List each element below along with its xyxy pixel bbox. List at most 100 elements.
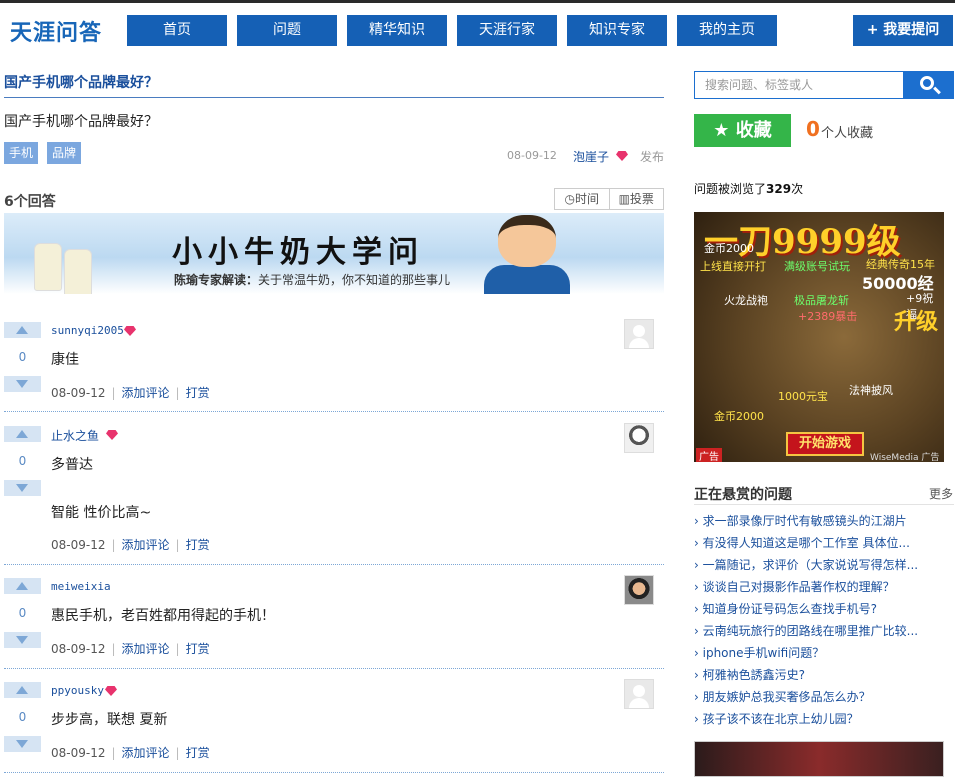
downvote-icon[interactable] (4, 376, 41, 392)
tip-link[interactable]: 打赏 (186, 642, 210, 656)
answer-username[interactable]: ppyousky (51, 684, 104, 697)
bounty-item[interactable]: 一篇随记，求评价（大家说说写得怎样... (694, 554, 944, 576)
published-label: 发布 (640, 150, 665, 164)
second-ad-image[interactable] (694, 741, 944, 777)
bounty-item[interactable]: 朋友嫉妒总我买奢侈品怎么办？ (694, 686, 944, 708)
add-comment-link[interactable]: 添加评论 (122, 538, 170, 552)
avatar[interactable] (624, 679, 654, 709)
clock-icon: ◷ (564, 192, 575, 206)
nav-experts-tianya[interactable]: 天涯行家 (457, 15, 557, 46)
site-logo[interactable]: 天涯问答 (10, 15, 102, 47)
bounty-item[interactable]: 孩子该不该在北京上幼儿园？ (694, 708, 944, 730)
tip-link[interactable]: 打赏 (186, 386, 210, 400)
answer-divider (4, 564, 664, 565)
bounty-item[interactable]: 柯雅衲色誘鑫污史? (694, 664, 944, 686)
upvote-icon[interactable] (4, 682, 41, 698)
avatar[interactable] (624, 319, 654, 349)
nav-my-home[interactable]: 我的主页 (677, 15, 777, 46)
gem-icon (124, 326, 136, 336)
vote-widget: 0 (4, 426, 41, 496)
cartoon-expert-body (484, 265, 570, 294)
answer-text-line2: 智能 性价比高~ (51, 505, 152, 521)
cartoon-expert-face (498, 215, 556, 267)
favorite-button[interactable]: ★ 收藏 (694, 114, 791, 147)
vote-count: 0 (18, 350, 27, 364)
upvote-icon[interactable] (4, 578, 41, 594)
bounty-item[interactable]: 谈谈自己对摄影作品著作权的理解？ (694, 576, 944, 598)
bar-chart-icon: ▥ (618, 192, 630, 206)
bounty-list: 求一部录像厅时代有敏感镜头的江湖片 有没得人知道这是哪个工作室 具体位... 一… (694, 510, 944, 730)
bounty-divider (694, 504, 954, 505)
vote-widget: 0 (4, 578, 41, 648)
game-ad[interactable]: 一刀9999级 金币2000 上线直接开打 满级账号试玩 经典传奇15年 500… (694, 212, 944, 462)
question-title[interactable]: 国产手机哪个品牌最好？ (4, 72, 158, 92)
bounty-item[interactable]: iphone手机wifi问题？ (694, 642, 944, 664)
answer-date: 08-09-12 (51, 746, 106, 760)
ad-banner-milk[interactable]: 小小牛奶大学问 陈瑜专家解读：关于常温牛奶，你不知道的那些事儿 (4, 213, 664, 294)
tip-link[interactable]: 打赏 (186, 746, 210, 760)
search-icon (920, 76, 934, 90)
search-input[interactable]: 搜索问题、标签或人 (694, 71, 904, 99)
vote-widget: 0 (4, 682, 41, 752)
answer-divider (4, 772, 664, 773)
favorite-label: 个人收藏 (821, 126, 874, 141)
ask-question-button[interactable]: + 我要提问 (853, 15, 953, 46)
bounty-item[interactable]: 知道身份证号码怎么查找手机号? (694, 598, 944, 620)
answer-count: 6个回答 (4, 194, 56, 210)
downvote-icon[interactable] (4, 736, 41, 752)
sort-by-vote[interactable]: ▥投票 (608, 189, 664, 209)
tag-phone[interactable]: 手机 (4, 142, 39, 164)
nav-home[interactable]: 首页 (127, 15, 227, 46)
banner-subtitle: 陈瑜专家解读：关于常温牛奶，你不知道的那些事儿 (174, 273, 451, 287)
bounty-item[interactable]: 云南纯玩旅行的团路线在哪里推广比较... (694, 620, 944, 642)
sort-by-time[interactable]: ◷时间 (555, 189, 609, 209)
answer-date: 08-09-12 (51, 386, 106, 400)
answer-meta: 08-09-12 | 添加评论 | 打赏 (51, 642, 210, 656)
nav-questions[interactable]: 问题 (237, 15, 337, 46)
downvote-icon[interactable] (4, 632, 41, 648)
vote-count: 0 (18, 454, 27, 468)
downvote-icon[interactable] (4, 480, 41, 496)
title-divider (4, 97, 664, 98)
add-comment-link[interactable]: 添加评论 (122, 746, 170, 760)
answer-meta: 08-09-12 | 添加评论 | 打赏 (51, 746, 210, 760)
gem-icon (616, 151, 628, 161)
star-icon: ★ (713, 120, 736, 141)
answer-text: 步步高，联想 夏新 (51, 712, 168, 728)
answer-divider (4, 668, 664, 669)
nav-knowledge-experts[interactable]: 知识专家 (567, 15, 667, 46)
answer-text: 多普达 (51, 457, 93, 473)
add-comment-link[interactable]: 添加评论 (122, 642, 170, 656)
upvote-icon[interactable] (4, 322, 41, 338)
top-border (0, 0, 955, 3)
gem-icon (106, 430, 118, 440)
answer-meta: 08-09-12 | 添加评论 | 打赏 (51, 386, 210, 400)
answer-date: 08-09-12 (51, 642, 106, 656)
ask-question-label: 我要提问 (883, 22, 940, 38)
answer-date: 08-09-12 (51, 538, 106, 552)
bounty-item[interactable]: 求一部录像厅时代有敏感镜头的江湖片 (694, 510, 944, 532)
avatar[interactable] (624, 423, 654, 453)
milk-bottle-image (34, 243, 62, 291)
tip-link[interactable]: 打赏 (186, 538, 210, 552)
start-game-button[interactable]: 开始游戏 (786, 432, 864, 456)
question-author[interactable]: 泡崖子 (573, 148, 609, 165)
vote-widget: 0 (4, 322, 41, 392)
add-comment-link[interactable]: 添加评论 (122, 386, 170, 400)
bounty-heading: 正在悬赏的问题 (694, 487, 792, 503)
bounty-item[interactable]: 有没得人知道这是哪个工作室 具体位... (694, 532, 944, 554)
milk-bottle-image (64, 249, 92, 294)
vote-count: 0 (18, 606, 27, 620)
tag-brand[interactable]: 品牌 (47, 142, 82, 164)
search-button[interactable] (903, 71, 954, 99)
answer-text: 惠民手机，老百姓都用得起的手机！ (51, 608, 275, 624)
more-link[interactable]: 更多 (929, 485, 953, 502)
nav-featured[interactable]: 精华知识 (347, 15, 447, 46)
upvote-icon[interactable] (4, 426, 41, 442)
avatar[interactable] (624, 575, 654, 605)
plus-icon: + (866, 22, 884, 38)
answer-username[interactable]: sunnyqi2005 (51, 324, 124, 337)
answer-username[interactable]: meiweixia (51, 580, 111, 593)
answer-username[interactable]: 止水之鱼 (51, 427, 99, 444)
question-body: 国产手机哪个品牌最好？ (4, 114, 158, 130)
